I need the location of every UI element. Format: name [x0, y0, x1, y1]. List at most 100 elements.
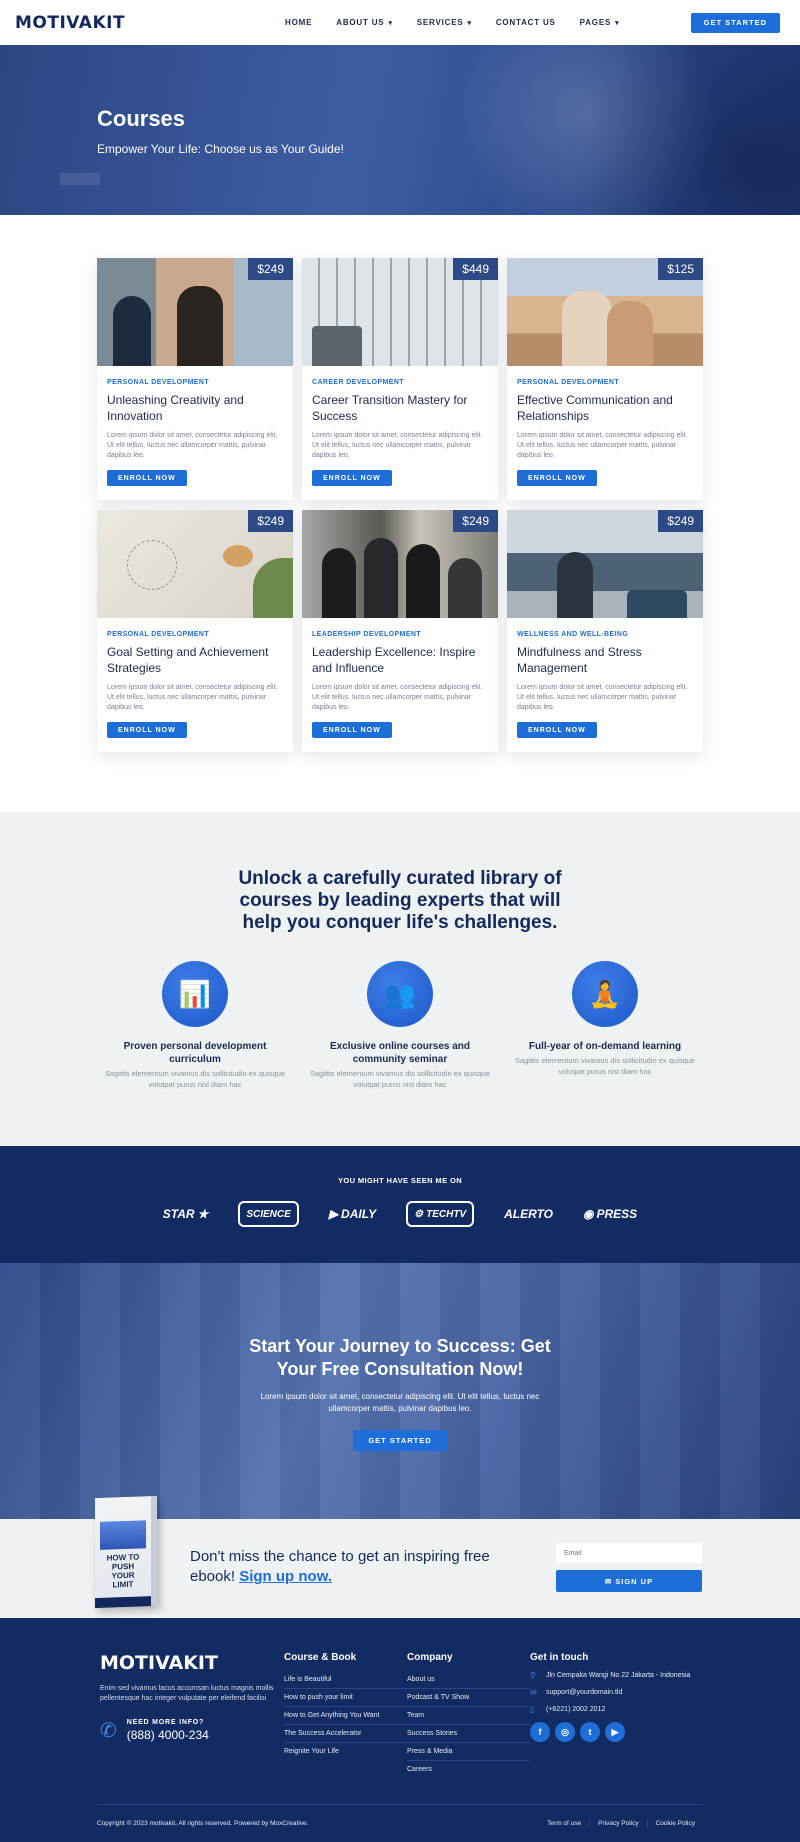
press-title: YOU MIGHT HAVE SEEN ME ON [337, 1176, 463, 1185]
privacy-link[interactable]: Privacy Policy [589, 1820, 646, 1827]
youtube-icon[interactable]: ▶ [605, 1722, 625, 1742]
course-description: Lorem ipsum dolor sit amet, consectetur … [107, 432, 278, 459]
chevron-down-icon: ▾ [615, 19, 620, 27]
enroll-button[interactable]: ENROLL NOW [107, 722, 187, 738]
course-category: PERSONAL DEVELOPMENT [107, 379, 209, 386]
nav-contact[interactable]: CONTACT US [496, 18, 556, 27]
feature-title: Full-year of on-demand learning [528, 1041, 682, 1052]
features-section: Unlock a carefully curated library of co… [0, 812, 800, 1146]
price-badge: $249 [248, 258, 293, 280]
hero-banner: Courses Empower Your Life: Choose us as … [0, 45, 800, 215]
chevron-down-icon: ▾ [467, 19, 472, 27]
nav-contact-label: CONTACT US [495, 18, 556, 27]
nav-pages[interactable]: PAGES ▾ [580, 18, 620, 27]
logo[interactable]: MOTIVAKIT [15, 13, 125, 33]
techtv-logo: ⚙ TECHTV [406, 1201, 475, 1227]
course-image: $125 [507, 258, 703, 366]
mail-icon: ✉ [530, 1688, 537, 1697]
chevron-down-icon: ▾ [388, 19, 393, 27]
course-image: $249 [302, 510, 498, 618]
ebook-cover: HOW TO PUSH YOUR LIMIT [95, 1495, 157, 1609]
course-category: PERSONAL DEVELOPMENT [517, 379, 619, 386]
course-card[interactable]: $249 PERSONAL DEVELOPMENT Goal Setting a… [97, 510, 293, 752]
signup-link[interactable]: Sign up now. [239, 1568, 332, 1585]
email-input[interactable] [556, 1543, 702, 1563]
copyright: Copyright © 2023 motivakit, All rights r… [97, 1820, 309, 1827]
contact-title: Get in touch [530, 1652, 589, 1663]
course-image: $249 [507, 510, 703, 618]
footer-link[interactable]: Life is Beautiful [284, 1671, 407, 1689]
course-title[interactable]: Mindfulness and Stress Management [517, 644, 693, 676]
daily-logo: ▶ DAILY [328, 1207, 377, 1221]
cookie-link[interactable]: Cookie Policy [646, 1820, 703, 1827]
twitter-icon[interactable]: t [580, 1722, 600, 1742]
facebook-icon[interactable]: f [530, 1722, 550, 1742]
course-category: LEADERSHIP DEVELOPMENT [312, 631, 422, 638]
footer-link[interactable]: About us [407, 1671, 530, 1689]
footer-link[interactable]: How to push your limit [284, 1689, 407, 1707]
ebook-text: Don't miss the chance to get an inspirin… [190, 1547, 530, 1587]
nav-home[interactable]: HOME [285, 18, 312, 27]
nav-services[interactable]: SERVICES ▾ [417, 18, 472, 27]
nav-pages-label: PAGES [579, 18, 612, 27]
courses-grid: $249 PERSONAL DEVELOPMENT Unleashing Cre… [0, 215, 800, 812]
footer-link[interactable]: Reignite Your Life [284, 1743, 407, 1760]
sign-up-button[interactable]: ✉ SIGN UP [556, 1570, 702, 1592]
course-card[interactable]: $249 LEADERSHIP DEVELOPMENT Leadership E… [302, 510, 498, 752]
course-title[interactable]: Leadership Excellence: Inspire and Influ… [312, 644, 488, 676]
phone-icon: ✆ [100, 1720, 117, 1742]
price-badge: $249 [658, 510, 703, 532]
enroll-button[interactable]: ENROLL NOW [312, 470, 392, 486]
course-image: $249 [97, 510, 293, 618]
footer-link[interactable]: Podcast & TV Show [407, 1689, 530, 1707]
course-title[interactable]: Effective Communication and Relationship… [517, 392, 693, 424]
instagram-icon[interactable]: ◎ [555, 1722, 575, 1742]
location-pin-icon: ⚲ [530, 1671, 536, 1680]
enroll-button[interactable]: ENROLL NOW [517, 470, 597, 486]
course-description: Lorem ipsum dolor sit amet, consectetur … [312, 432, 483, 459]
enroll-button[interactable]: ENROLL NOW [107, 470, 187, 486]
contact-phone[interactable]: (+6221) 2002 2012 [546, 1705, 605, 1714]
nav-home-label: HOME [285, 18, 313, 27]
contact-address: Jln Cempaka Wangi No 22 Jakarta - Indone… [546, 1672, 691, 1679]
course-image: $249 [97, 258, 293, 366]
contact-email[interactable]: support@yourdomain.tld [546, 1688, 622, 1697]
footer-link[interactable]: Team [407, 1707, 530, 1725]
footer-link[interactable]: Press & Media [407, 1743, 530, 1761]
community-illustration-icon: 👥 [367, 961, 433, 1027]
enroll-button[interactable]: ENROLL NOW [517, 722, 597, 738]
footer-link[interactable]: Careers [407, 1761, 530, 1778]
course-card[interactable]: $125 PERSONAL DEVELOPMENT Effective Comm… [507, 258, 703, 500]
main-nav: HOME ABOUT US ▾ SERVICES ▾ CONTACT US PAGE… [285, 18, 619, 27]
course-card[interactable]: $249 WELLNESS AND WELL-BEING Mindfulness… [507, 510, 703, 752]
header-get-started-button[interactable]: GET STARTED [690, 12, 780, 33]
feature-title: Exclusive online courses and community s… [329, 1041, 471, 1065]
cta-get-started-button[interactable]: GET STARTED [353, 1430, 447, 1451]
enroll-button[interactable]: ENROLL NOW [312, 722, 392, 738]
course-description: Lorem ipsum dolor sit amet, consectetur … [517, 684, 688, 711]
features-heading: Unlock a carefully curated library of co… [238, 868, 562, 933]
footer-link[interactable]: How to Get Anything You Want [284, 1707, 407, 1725]
page-title: Courses [97, 106, 186, 131]
course-title[interactable]: Career Transition Mastery for Success [312, 392, 488, 424]
course-description: Lorem ipsum dolor sit amet, consectetur … [107, 684, 278, 711]
course-category: WELLNESS AND WELL-BEING [517, 631, 629, 638]
course-category: CAREER DEVELOPMENT [312, 379, 404, 386]
nav-about[interactable]: ABOUT US ▾ [336, 18, 393, 27]
feature-item: 📊 Proven personal development curriculum… [100, 961, 290, 1090]
terms-link[interactable]: Term of use [539, 1820, 589, 1827]
footer-logo[interactable]: MOTIVAKIT [100, 1652, 284, 1674]
feature-title: Proven personal development curriculum [123, 1041, 267, 1065]
course-title[interactable]: Goal Setting and Achievement Strategies [107, 644, 283, 676]
footer-link[interactable]: Success Stories [407, 1725, 530, 1743]
course-title[interactable]: Unleashing Creativity and Innovation [107, 392, 283, 424]
science-logo: SCIENCE [238, 1201, 299, 1227]
feature-description: Sagittis elementum vivamus dis sollicitu… [309, 1069, 491, 1089]
feature-description: Sagittis elementum vivamus dis sollicitu… [104, 1069, 286, 1089]
footer-description: Enim sed vivamus lacus accumsan luctus m… [100, 1685, 274, 1702]
page-subtitle: Empower Your Life: Choose us as Your Gui… [97, 142, 344, 156]
footer-link[interactable]: The Success Accelerator [284, 1725, 407, 1743]
course-card[interactable]: $449 CAREER DEVELOPMENT Career Transitio… [302, 258, 498, 500]
phone-number[interactable]: (888) 4000-234 [127, 1728, 209, 1742]
course-card[interactable]: $249 PERSONAL DEVELOPMENT Unleashing Cre… [97, 258, 293, 500]
